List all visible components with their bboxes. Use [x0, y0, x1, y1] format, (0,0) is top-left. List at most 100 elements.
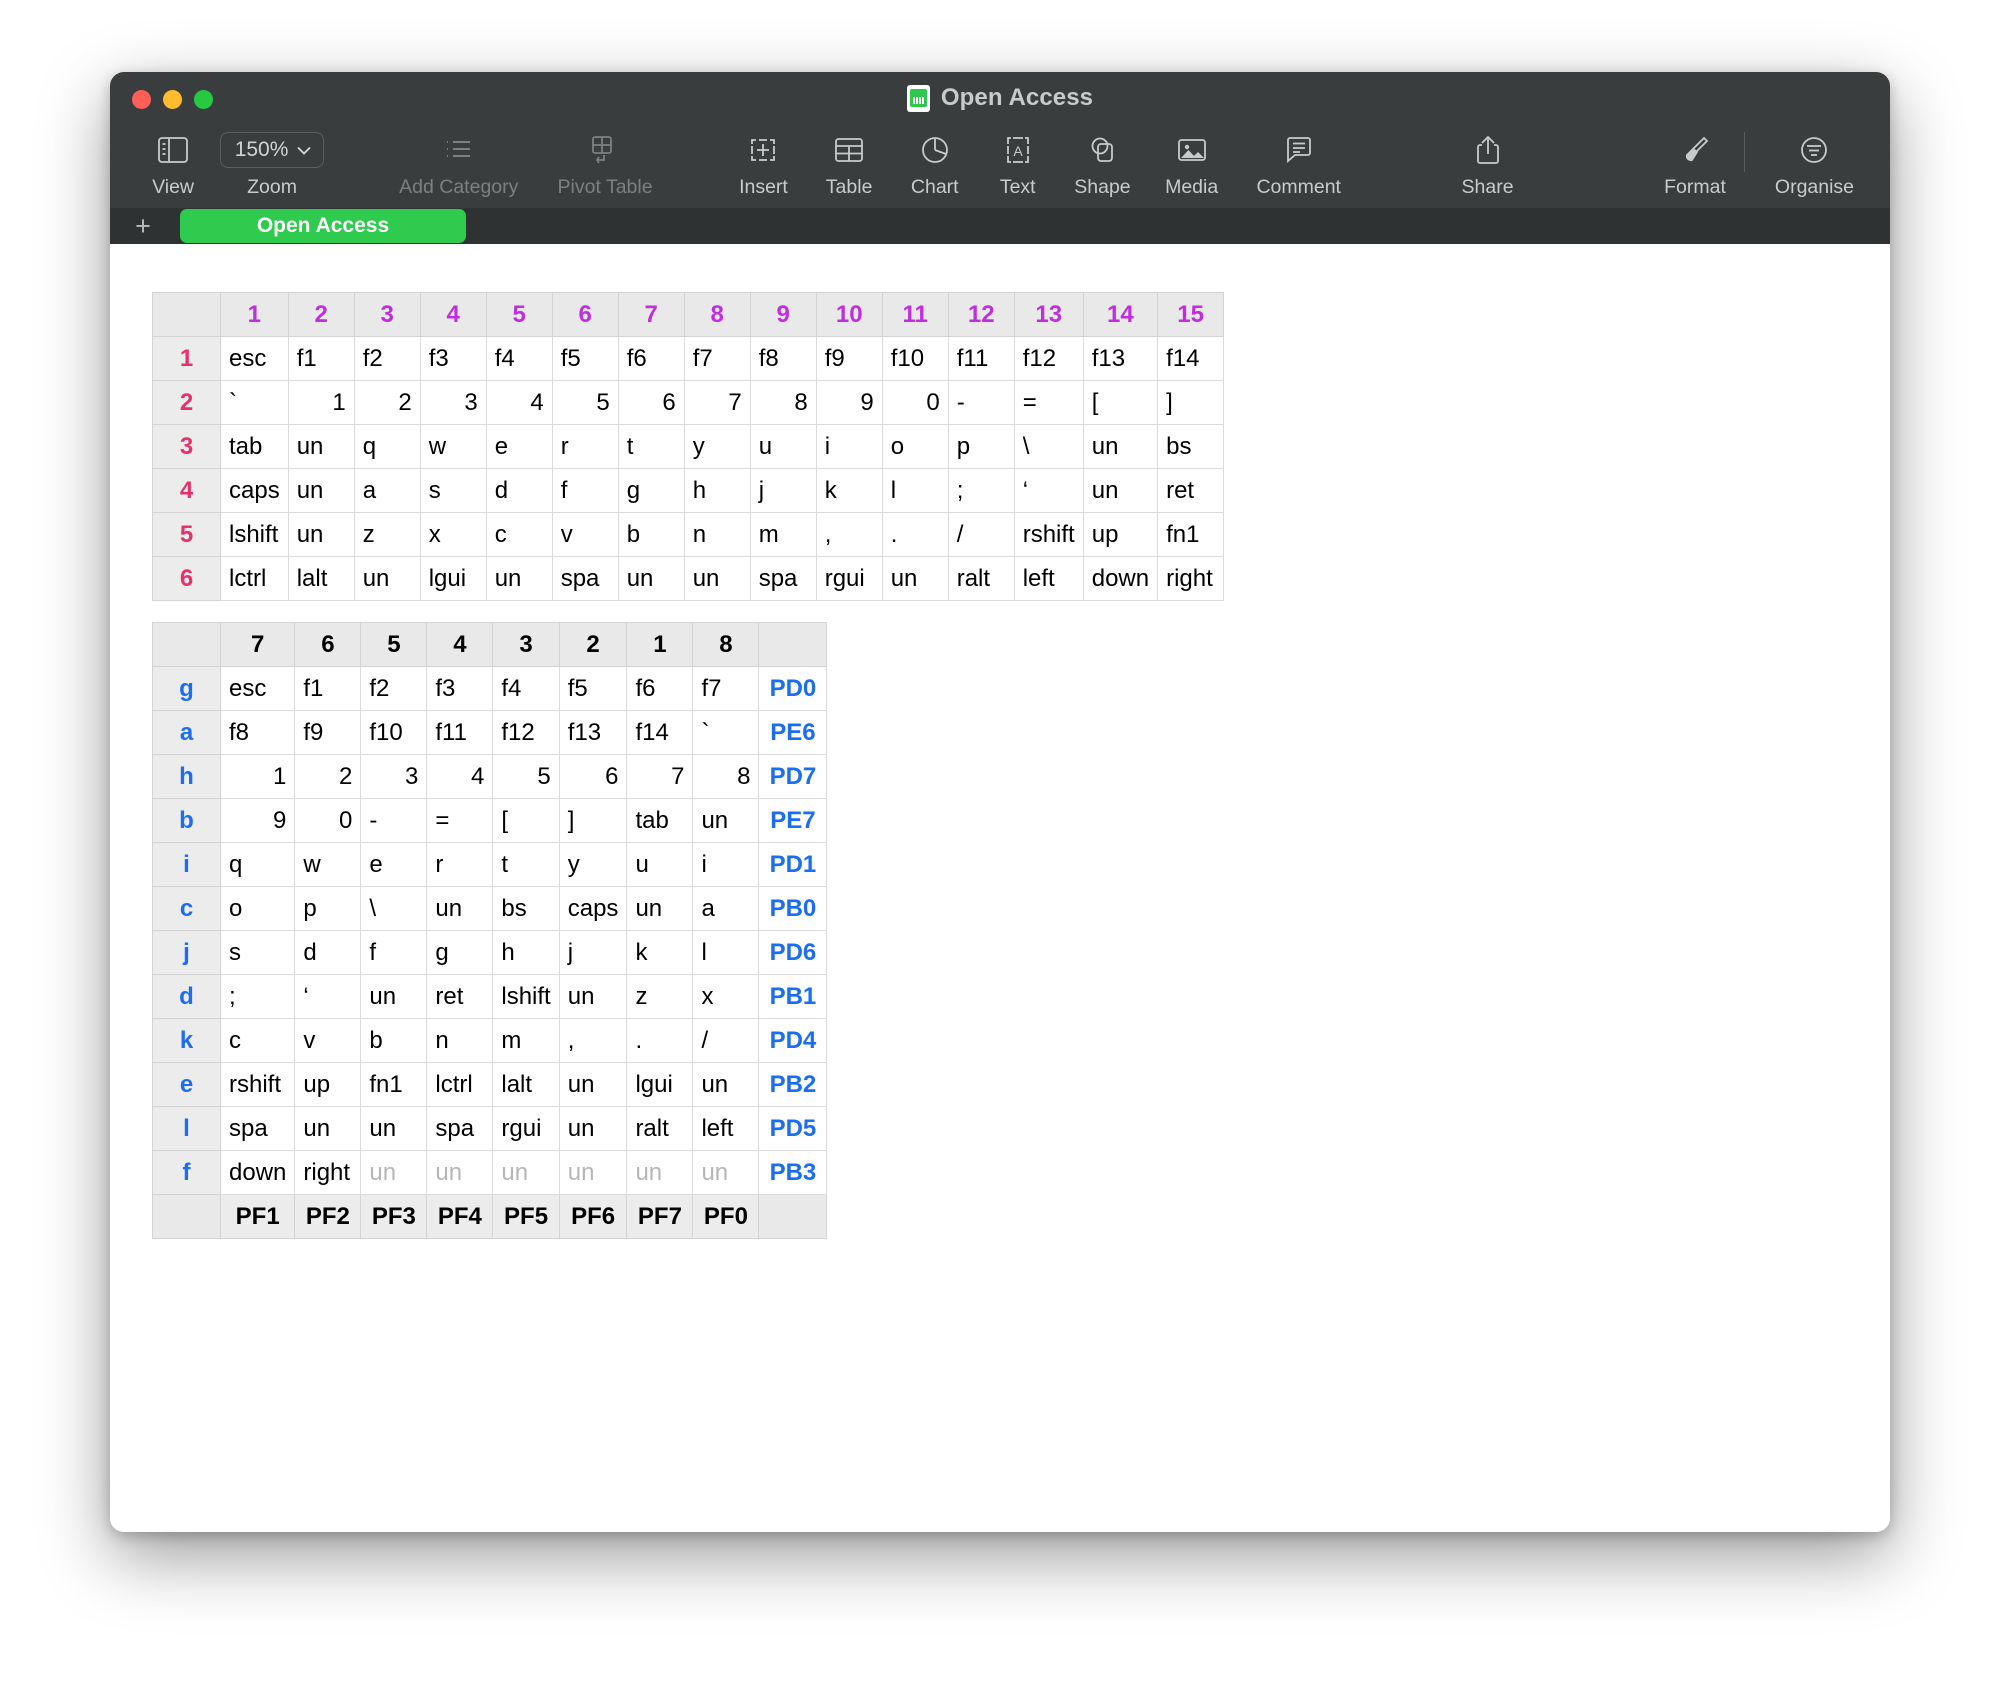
toolbar-format-button[interactable]: Format — [1646, 130, 1744, 199]
table1-col-header[interactable]: 11 — [881, 292, 949, 337]
table-cell[interactable]: f14 — [1157, 336, 1225, 381]
table2-row-header[interactable]: i — [152, 842, 221, 887]
table2-row-header[interactable]: g — [152, 666, 221, 711]
table-cell[interactable]: ralt — [947, 556, 1015, 601]
table-cell[interactable]: spa — [551, 556, 619, 601]
table-cell[interactable]: l — [692, 930, 760, 975]
table2-row-header[interactable]: k — [152, 1018, 221, 1063]
table-cell[interactable]: f2 — [360, 666, 428, 711]
table-cell[interactable]: caps — [220, 468, 289, 513]
table-cell[interactable]: f12 — [492, 710, 560, 755]
add-sheet-button[interactable]: + — [132, 212, 154, 240]
table-cell[interactable]: y — [558, 842, 628, 887]
table-cell[interactable]: f7 — [692, 666, 760, 711]
footer-pin-cell[interactable]: PF4 — [426, 1194, 494, 1239]
table-cell[interactable]: g — [617, 468, 685, 513]
table-cell[interactable]: r — [551, 424, 619, 469]
table-cell[interactable]: up — [294, 1062, 362, 1107]
table-cell[interactable]: q — [219, 842, 296, 887]
table-cell[interactable]: un — [617, 556, 685, 601]
keyboard-matrix-table[interactable]: 1 2 3 4 5 6 7 8 9 10 11 12 13 14 15 1 esc f1 f2 f3 f4 f5 f6 f7… — [152, 292, 1225, 601]
table2-col-header[interactable]: 1 — [626, 622, 694, 667]
pin-label-cell[interactable]: PB3 — [758, 1150, 828, 1195]
table-cell[interactable]: f1 — [287, 336, 355, 381]
table-cell[interactable]: / — [947, 512, 1015, 557]
table-cell[interactable]: f — [551, 468, 619, 513]
table-cell[interactable]: un — [558, 1106, 628, 1151]
table1-row-header[interactable]: 5 — [152, 512, 221, 557]
table-cell[interactable]: 9 — [815, 380, 883, 425]
table-cell[interactable]: ] — [1157, 380, 1225, 425]
toolbar-table-button[interactable]: Table — [806, 130, 892, 199]
table-cell[interactable]: lgui — [626, 1062, 694, 1107]
table-cell[interactable]: v — [551, 512, 619, 557]
table-cell[interactable]: un — [360, 1150, 428, 1195]
footer-pin-cell[interactable]: PF6 — [558, 1194, 628, 1239]
table-cell[interactable]: 0 — [881, 380, 949, 425]
table-cell[interactable]: . — [881, 512, 949, 557]
table-cell[interactable]: ` — [692, 710, 760, 755]
table-cell[interactable]: g — [426, 930, 494, 975]
table-cell[interactable]: un — [692, 1062, 760, 1107]
pin-label-cell[interactable]: PD5 — [758, 1106, 828, 1151]
table1-col-header[interactable]: 15 — [1157, 292, 1225, 337]
table-cell[interactable]: d — [485, 468, 553, 513]
table-cell[interactable]: ret — [426, 974, 494, 1019]
table-cell[interactable]: un — [360, 1106, 428, 1151]
table-cell[interactable]: rshift — [219, 1062, 296, 1107]
table-cell[interactable]: bs — [492, 886, 560, 931]
table-cell[interactable]: ; — [947, 468, 1015, 513]
table-cell[interactable]: z — [626, 974, 694, 1019]
table-cell[interactable]: f4 — [485, 336, 553, 381]
table-cell[interactable]: 5 — [551, 380, 619, 425]
table-cell[interactable]: 7 — [626, 754, 694, 799]
table-cell[interactable]: lctrl — [426, 1062, 494, 1107]
table2-row-header[interactable]: a — [152, 710, 221, 755]
table-cell[interactable]: un — [287, 424, 355, 469]
table-cell[interactable]: spa — [749, 556, 817, 601]
table-cell[interactable]: , — [558, 1018, 628, 1063]
table1-row-header[interactable]: 3 — [152, 424, 221, 469]
table2-col-header[interactable]: 3 — [492, 622, 560, 667]
table-cell[interactable]: lalt — [287, 556, 355, 601]
table-cell[interactable]: u — [626, 842, 694, 887]
table-cell[interactable]: m — [749, 512, 817, 557]
zoom-button[interactable] — [194, 90, 213, 109]
footer-pin-cell[interactable]: PF0 — [692, 1194, 760, 1239]
table-cell[interactable]: f — [360, 930, 428, 975]
table-cell[interactable]: fn1 — [360, 1062, 428, 1107]
table-cell[interactable]: ret — [1157, 468, 1225, 513]
table-cell[interactable]: i — [692, 842, 760, 887]
table-cell[interactable]: j — [558, 930, 628, 975]
toolbar-insert-button[interactable]: Insert — [721, 130, 807, 199]
table-cell[interactable]: k — [815, 468, 883, 513]
table-cell[interactable]: un — [426, 1150, 494, 1195]
table-cell[interactable]: 8 — [749, 380, 817, 425]
table1-col-header[interactable]: 1 — [220, 292, 289, 337]
table1-col-header[interactable]: 13 — [1013, 292, 1084, 337]
table-cell[interactable]: ] — [558, 798, 628, 843]
table-cell[interactable]: un — [558, 1150, 628, 1195]
table-cell[interactable]: 3 — [360, 754, 428, 799]
table-cell[interactable]: \ — [1013, 424, 1084, 469]
toolbar-share-button[interactable]: Share — [1441, 130, 1534, 199]
table-cell[interactable]: un — [360, 974, 428, 1019]
table-cell[interactable]: fn1 — [1157, 512, 1225, 557]
footer-pin-cell[interactable]: PF5 — [492, 1194, 560, 1239]
table-cell[interactable]: right — [1157, 556, 1225, 601]
table-cell[interactable]: down — [219, 1150, 296, 1195]
table-cell[interactable]: esc — [219, 666, 296, 711]
table-cell[interactable]: h — [492, 930, 560, 975]
table-cell[interactable]: p — [947, 424, 1015, 469]
table-cell[interactable]: [ — [492, 798, 560, 843]
table-cell[interactable]: = — [426, 798, 494, 843]
table1-col-header[interactable]: 7 — [617, 292, 685, 337]
table2-row-header[interactable]: h — [152, 754, 221, 799]
table-cell[interactable]: caps — [558, 886, 628, 931]
pin-label-cell[interactable]: PD4 — [758, 1018, 828, 1063]
table1-col-header[interactable]: 14 — [1082, 292, 1159, 337]
table2-row-header[interactable]: c — [152, 886, 221, 931]
table2-row-header[interactable]: e — [152, 1062, 221, 1107]
table2-row-header[interactable]: l — [152, 1106, 221, 1151]
table-cell[interactable]: 2 — [353, 380, 421, 425]
